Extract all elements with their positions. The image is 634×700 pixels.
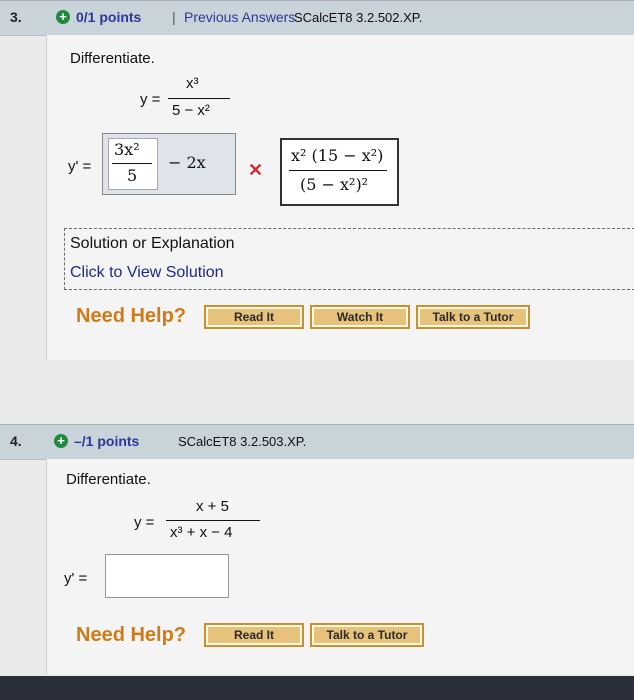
q4-number: 4. [10, 433, 22, 449]
incorrect-x-icon: ✕ [248, 160, 264, 180]
q3-fn-lhs: y = [140, 91, 161, 108]
q4-need-help: Need Help? [76, 624, 187, 646]
q3-correct-num: x² (15 − x²) [291, 146, 384, 165]
previous-answers-link[interactable]: Previous Answers [184, 9, 295, 25]
q4-code: SCalcET8 3.2.503.XP. [178, 434, 307, 449]
q3-need-help: Need Help? [76, 305, 187, 327]
q3-talk-to-tutor-button[interactable]: Talk to a Tutor [416, 305, 530, 329]
q3-fn-den: 5 − x² [172, 102, 210, 119]
q3-fn-num: x³ [186, 75, 199, 92]
q4-fn-den: x³ + x − 4 [170, 524, 233, 541]
q3-instruction: Differentiate. [70, 50, 155, 67]
q4-fn-fraction-bar [166, 520, 260, 521]
q4-fn-lhs: y = [134, 514, 155, 531]
q4-read-it-button[interactable]: Read It [204, 623, 304, 647]
q4-instruction: Differentiate. [66, 471, 151, 488]
q3-read-it-button[interactable]: Read It [204, 305, 304, 329]
expand-plus-icon[interactable]: + [54, 434, 68, 448]
q3-separator: | [172, 9, 176, 25]
q3-watch-it-button[interactable]: Watch It [310, 305, 410, 329]
q3-points: 0/1 points [76, 9, 142, 25]
q3-code: SCalcET8 3.2.502.XP. [294, 10, 423, 25]
solution-title: Solution or Explanation [70, 235, 235, 252]
expand-plus-icon[interactable]: + [56, 10, 70, 24]
q3-number: 3. [10, 9, 22, 25]
q4-fn-num: x + 5 [196, 498, 229, 515]
q3-answer-den: 5 [127, 166, 138, 185]
q4-talk-to-tutor-button[interactable]: Talk to a Tutor [310, 623, 424, 647]
q3-correct-fraction-bar [289, 170, 387, 171]
q3-answer-tail: − 2x [168, 153, 206, 172]
q3-fn-fraction-bar [168, 98, 230, 99]
q3-correct-den: (5 − x²)² [300, 175, 369, 194]
q3-answer-fraction-bar [112, 163, 152, 164]
bottom-bar [0, 676, 634, 700]
q3-answer-num: 3x² [114, 140, 140, 159]
q4-deriv-lhs: y' = [64, 570, 88, 587]
q4-answer-input[interactable] [105, 554, 229, 598]
q3-deriv-lhs: y' = [68, 158, 92, 175]
view-solution-link[interactable]: Click to View Solution [70, 264, 224, 282]
q4-points: –/1 points [74, 433, 140, 449]
